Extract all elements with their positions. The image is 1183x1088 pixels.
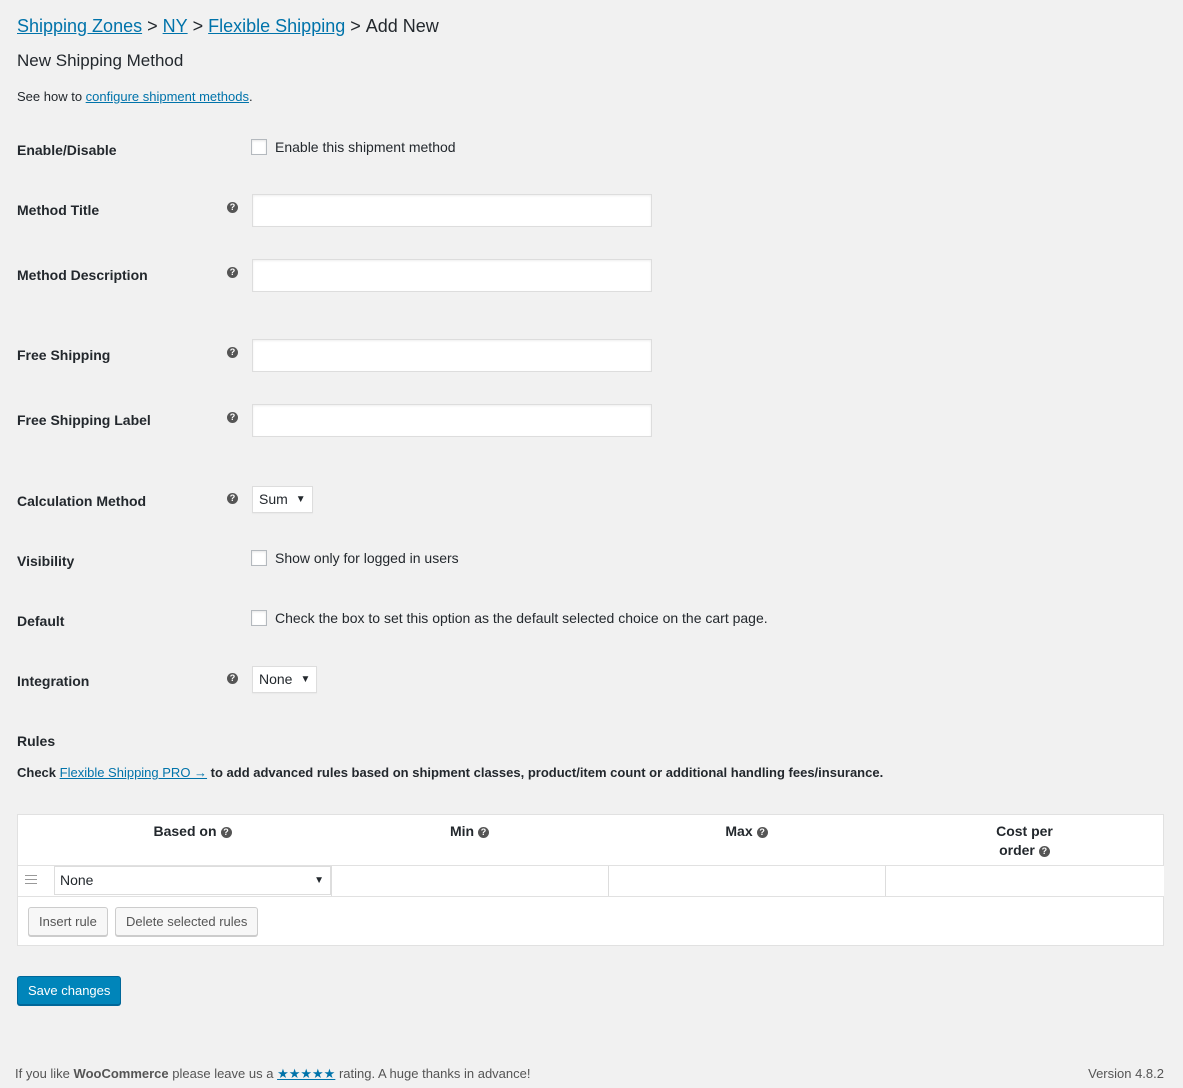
free-shipping-label: Free Shipping bbox=[17, 347, 111, 363]
page-title: New Shipping Method bbox=[17, 51, 184, 70]
calculation-method-select[interactable]: Sum ▼ bbox=[252, 486, 313, 513]
configure-shipment-methods-link[interactable]: configure shipment methods bbox=[86, 89, 249, 104]
breadcrumb-separator: > bbox=[350, 16, 361, 36]
column-header-max: Max? bbox=[608, 815, 885, 865]
footer-suffix: rating. A huge thanks in advance! bbox=[335, 1066, 531, 1081]
drag-handle-icon[interactable] bbox=[25, 875, 37, 887]
column-header-min: Min? bbox=[331, 815, 608, 865]
column-cost-label-line1: Cost per bbox=[996, 823, 1053, 839]
see-how-prefix: See how to bbox=[17, 89, 86, 104]
default-checkbox-wrap[interactable]: Check the box to set this option as the … bbox=[251, 609, 768, 627]
rule-based-on-select[interactable]: None ▼ bbox=[54, 866, 331, 895]
method-description-input[interactable] bbox=[252, 259, 652, 292]
enable-checkbox-label[interactable]: Enable this shipment method bbox=[275, 138, 456, 156]
enable-checkbox[interactable] bbox=[251, 139, 267, 155]
visibility-checkbox-wrap[interactable]: Show only for logged in users bbox=[251, 549, 459, 567]
breadcrumb-ny[interactable]: NY bbox=[163, 16, 188, 36]
help-icon[interactable]: ? bbox=[220, 826, 232, 838]
column-based-on-label: Based on bbox=[153, 823, 217, 839]
breadcrumb-shipping-zones[interactable]: Shipping Zones bbox=[17, 16, 142, 36]
enable-label: Enable/Disable bbox=[17, 142, 117, 158]
visibility-checkbox[interactable] bbox=[251, 550, 267, 566]
integration-label: Integration bbox=[17, 673, 90, 689]
column-cost-label-line2: order bbox=[999, 842, 1035, 858]
footer-rating-text: If you like WooCommerce please leave us … bbox=[15, 1066, 530, 1082]
free-shipping-label-input[interactable] bbox=[252, 404, 652, 437]
save-changes-button[interactable]: Save changes bbox=[17, 976, 122, 1005]
footer-brand: WooCommerce bbox=[73, 1066, 169, 1081]
help-icon[interactable]: ? bbox=[478, 826, 490, 838]
help-icon[interactable]: ? bbox=[227, 202, 238, 213]
flexible-shipping-pro-link[interactable]: Flexible Shipping PRO → bbox=[60, 765, 207, 780]
chevron-down-icon: ▼ bbox=[295, 494, 306, 505]
visibility-checkbox-label[interactable]: Show only for logged in users bbox=[275, 549, 459, 567]
footer-middle: please leave us a bbox=[168, 1066, 278, 1081]
rules-label: Rules bbox=[17, 733, 56, 749]
help-icon[interactable]: ? bbox=[227, 347, 238, 358]
rule-min-input[interactable] bbox=[331, 866, 608, 896]
integration-value: None bbox=[259, 671, 293, 687]
breadcrumb: Shipping Zones > NY > Flexible Shipping > Add … bbox=[17, 14, 439, 38]
column-header-cost-per-order: Cost per order? bbox=[885, 815, 1164, 865]
column-max-label: Max bbox=[725, 823, 753, 839]
default-checkbox-label[interactable]: Check the box to set this option as the … bbox=[275, 609, 768, 627]
integration-select[interactable]: None ▼ bbox=[252, 666, 318, 693]
default-label: Default bbox=[17, 613, 65, 629]
calculation-method-value: Sum bbox=[259, 491, 288, 507]
see-how-suffix: . bbox=[248, 89, 253, 104]
breadcrumb-separator: > bbox=[192, 16, 204, 36]
breadcrumb-current: Add New bbox=[365, 16, 439, 36]
help-icon[interactable]: ? bbox=[227, 267, 238, 278]
help-icon[interactable]: ? bbox=[227, 412, 238, 423]
calculation-method-label: Calculation Method bbox=[17, 493, 147, 509]
rules-note-prefix: Check bbox=[17, 765, 60, 780]
breadcrumb-flexible-shipping[interactable]: Flexible Shipping bbox=[208, 16, 345, 36]
rule-max-input[interactable] bbox=[608, 866, 885, 896]
chevron-down-icon: ▼ bbox=[300, 674, 311, 685]
breadcrumb-separator: > bbox=[147, 16, 158, 36]
column-min-label: Min bbox=[449, 823, 475, 839]
delete-selected-rules-button[interactable]: Delete selected rules bbox=[115, 907, 259, 936]
free-shipping-label-label: Free Shipping Label bbox=[17, 412, 151, 428]
method-title-label: Method Title bbox=[17, 202, 100, 218]
rules-table: Based on? Min? Max? Cost per order? None… bbox=[17, 814, 1164, 946]
rules-note-suffix: to add advanced rules based on shipment … bbox=[207, 765, 884, 780]
footer-prefix: If you like bbox=[15, 1066, 74, 1081]
method-title-input[interactable] bbox=[252, 194, 652, 227]
method-description-label: Method Description bbox=[17, 267, 148, 283]
rule-cost-per-order-input[interactable] bbox=[885, 866, 1164, 896]
help-icon[interactable]: ? bbox=[227, 493, 238, 504]
see-how-text: See how to configure shipment methods. bbox=[17, 88, 253, 106]
insert-rule-button[interactable]: Insert rule bbox=[28, 907, 108, 936]
column-header-based-on: Based on? bbox=[54, 815, 331, 865]
rules-note: Check Flexible Shipping PRO → to add adv… bbox=[17, 764, 883, 782]
chevron-down-icon: ▼ bbox=[314, 875, 324, 886]
help-icon[interactable]: ? bbox=[227, 673, 238, 684]
default-checkbox[interactable] bbox=[251, 610, 267, 626]
help-icon[interactable]: ? bbox=[1038, 845, 1050, 857]
rule-based-on-value: None bbox=[60, 872, 94, 888]
visibility-label: Visibility bbox=[17, 553, 75, 569]
table-divider bbox=[18, 896, 1163, 897]
help-icon[interactable]: ? bbox=[756, 826, 768, 838]
rating-stars-link[interactable]: ★★★★★ bbox=[277, 1066, 335, 1081]
footer-version: Version 4.8.2 bbox=[1088, 1066, 1164, 1081]
free-shipping-input[interactable] bbox=[252, 339, 652, 372]
enable-checkbox-wrap[interactable]: Enable this shipment method bbox=[251, 138, 456, 156]
